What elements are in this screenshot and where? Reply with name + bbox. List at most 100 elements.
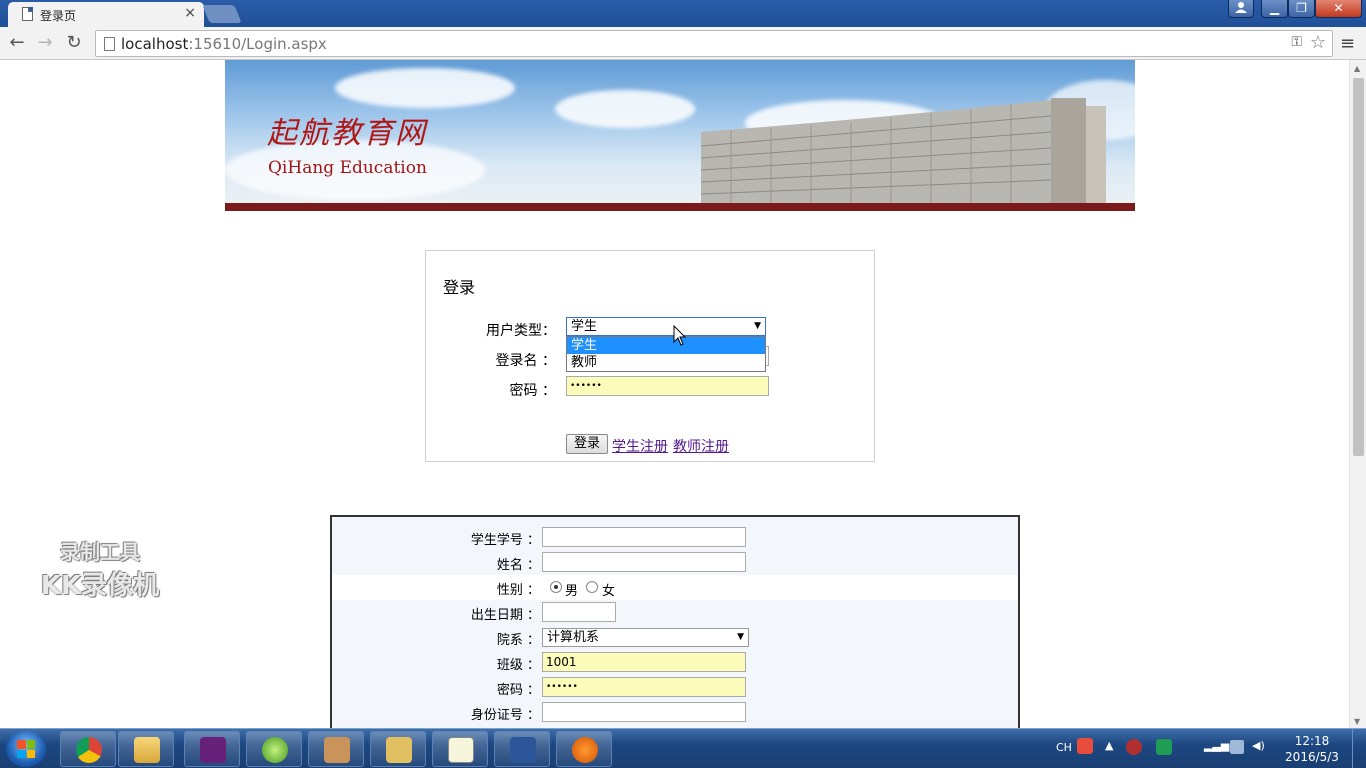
minimize-button[interactable]: ▁ <box>1261 0 1288 18</box>
name-row: 姓名 ： <box>332 550 1018 575</box>
student-id-row: 学生学号 ： <box>332 525 1018 550</box>
login-title: 登录 <box>443 278 476 297</box>
scrollbar-thumb[interactable] <box>1353 78 1364 456</box>
tray-app-icon[interactable] <box>1156 739 1172 755</box>
cloud-shape <box>555 90 695 128</box>
gender-male-label: 男 <box>565 584 579 599</box>
show-hidden-icons[interactable]: ▲ <box>1105 739 1113 752</box>
birthdate-input[interactable] <box>542 602 616 622</box>
gender-male-radio[interactable] <box>550 581 562 593</box>
scroll-down-icon[interactable]: ▼ <box>1354 717 1360 726</box>
reload-icon[interactable]: ↻ <box>63 32 85 54</box>
taskbar-chrome[interactable] <box>60 731 116 767</box>
clock-date: 2016/5/3 <box>1285 750 1339 764</box>
notepad-icon <box>448 737 474 763</box>
word-icon <box>510 737 536 763</box>
user-type-label: 用户类型： <box>486 323 556 339</box>
forward-arrow-icon[interactable]: → <box>34 32 56 54</box>
header-banner: 起航教育网 QiHang Education <box>225 60 1135 211</box>
clock-time: 12:18 <box>1294 734 1330 748</box>
password-input[interactable]: •••••• <box>566 376 769 396</box>
show-desktop-button[interactable] <box>1352 729 1366 768</box>
gender-female-label: 女 <box>602 584 616 599</box>
taskbar-word[interactable] <box>494 731 550 767</box>
taskbar-visual-studio[interactable] <box>184 731 240 767</box>
reg-password-row: 密码 ： •••••• <box>332 675 1018 700</box>
class-label: 班级 ： <box>496 658 540 673</box>
gender-row: 性别 ： 男 女 <box>332 575 1018 600</box>
taskbar-app-book[interactable] <box>308 731 364 767</box>
key-icon[interactable]: ⚿ <box>1291 34 1302 50</box>
green-ball-icon <box>262 737 288 763</box>
taskbar-app-green[interactable] <box>246 731 302 767</box>
name-input[interactable] <box>542 552 746 572</box>
student-id-label: 学生学号 ： <box>470 533 540 548</box>
department-row: 院系 ： 计算机系 ▼ <box>332 625 1018 650</box>
dropdown-arrow-icon: ▼ <box>737 632 744 642</box>
system-clock[interactable]: 12:18 2016/5/3 <box>1283 733 1341 765</box>
sogou-input-icon[interactable] <box>1077 738 1093 754</box>
start-button[interactable] <box>6 731 46 767</box>
class-input[interactable]: 1001 <box>542 652 746 672</box>
url-text[interactable]: localhost:15610/Login.aspx <box>121 35 327 53</box>
back-arrow-icon[interactable]: ← <box>6 32 28 54</box>
tray-device-icon[interactable] <box>1230 740 1244 754</box>
reg-password-input[interactable]: •••••• <box>542 677 746 697</box>
login-name-label: 登录名 ： <box>495 353 556 369</box>
birthdate-label: 出生日期 ： <box>470 608 540 623</box>
maximize-button[interactable]: ❐ <box>1288 0 1315 18</box>
building-image <box>701 98 1106 203</box>
dropdown-option-teacher[interactable]: 教师 <box>567 354 765 371</box>
tools-icon <box>386 737 412 763</box>
new-tab-button[interactable] <box>202 5 242 23</box>
taskbar-app-tools[interactable] <box>370 731 426 767</box>
recorder-icon <box>572 737 598 763</box>
banner-divider <box>225 203 1135 211</box>
volume-icon[interactable]: ◀) <box>1252 739 1265 752</box>
scroll-up-icon[interactable]: ▲ <box>1354 64 1360 73</box>
student-id-input[interactable] <box>542 527 746 547</box>
browser-title-bar: 登录页 × ▁ ❐ ✕ <box>0 0 1366 27</box>
tab-title: 登录页 <box>40 9 77 23</box>
teacher-register-link[interactable]: 教师注册 <box>673 436 729 456</box>
logo-chinese: 起航教育网 <box>267 116 427 151</box>
department-select[interactable]: 计算机系 ▼ <box>542 628 749 647</box>
watermark-line1: 录制工具 <box>60 540 140 564</box>
tab-close-icon[interactable]: × <box>184 5 196 21</box>
gender-female-radio[interactable] <box>586 581 598 593</box>
user-type-value: 学生 <box>571 319 598 334</box>
windows-logo-icon <box>17 740 35 758</box>
gender-label: 性别 ： <box>496 583 540 598</box>
browser-tab[interactable]: 登录页 × <box>8 2 204 27</box>
page-icon <box>22 7 33 21</box>
birthdate-row: 出生日期 ： <box>332 600 1018 625</box>
logo-english: QiHang Education <box>268 158 427 178</box>
department-value: 计算机系 <box>547 630 600 645</box>
page-scrollbar[interactable]: ▲ ▼ <box>1349 60 1366 728</box>
close-window-button[interactable]: ✕ <box>1315 0 1362 18</box>
password-label: 密码 ： <box>509 383 556 399</box>
address-bar[interactable]: localhost:15610/Login.aspx ⚿ ☆ <box>95 30 1333 57</box>
tray-app-icon[interactable] <box>1126 739 1142 755</box>
student-register-link[interactable]: 学生注册 <box>612 436 668 456</box>
user-profile-button[interactable] <box>1228 0 1254 18</box>
menu-icon[interactable]: ≡ <box>1340 33 1358 54</box>
taskbar-app-notepad[interactable] <box>432 731 488 767</box>
book-icon <box>324 737 350 763</box>
page-icon <box>104 37 115 51</box>
registration-panel: 学生学号 ： 姓名 ： 性别 ： 男 女 出生日期 ： 院系 ： 计算机系 ▼ … <box>330 515 1020 728</box>
login-panel: 登录 用户类型： 学生 ▼ 学生 教师 登录名 ： 密码 ： •••••• 登录… <box>425 250 875 462</box>
network-icon[interactable]: ▂▃▅ <box>1204 739 1229 752</box>
page-viewport: 起航教育网 QiHang Education 登录 用户类型： 学生 ▼ 学生 … <box>0 60 1349 728</box>
dropdown-option-student[interactable]: 学生 <box>567 337 765 354</box>
login-button[interactable]: 登录 <box>566 434 608 454</box>
taskbar-recorder[interactable] <box>556 731 612 767</box>
bookmark-star-icon[interactable]: ☆ <box>1310 32 1326 53</box>
reg-password-label: 密码 ： <box>496 683 540 698</box>
taskbar-explorer[interactable] <box>118 731 174 767</box>
language-indicator[interactable]: CH <box>1056 741 1072 754</box>
folder-icon <box>134 737 160 763</box>
id-card-input[interactable] <box>542 702 746 722</box>
user-type-select[interactable]: 学生 ▼ <box>566 317 766 336</box>
windows-taskbar: CH ▲ ▂▃▅ ◀) 12:18 2016/5/3 <box>0 728 1366 768</box>
